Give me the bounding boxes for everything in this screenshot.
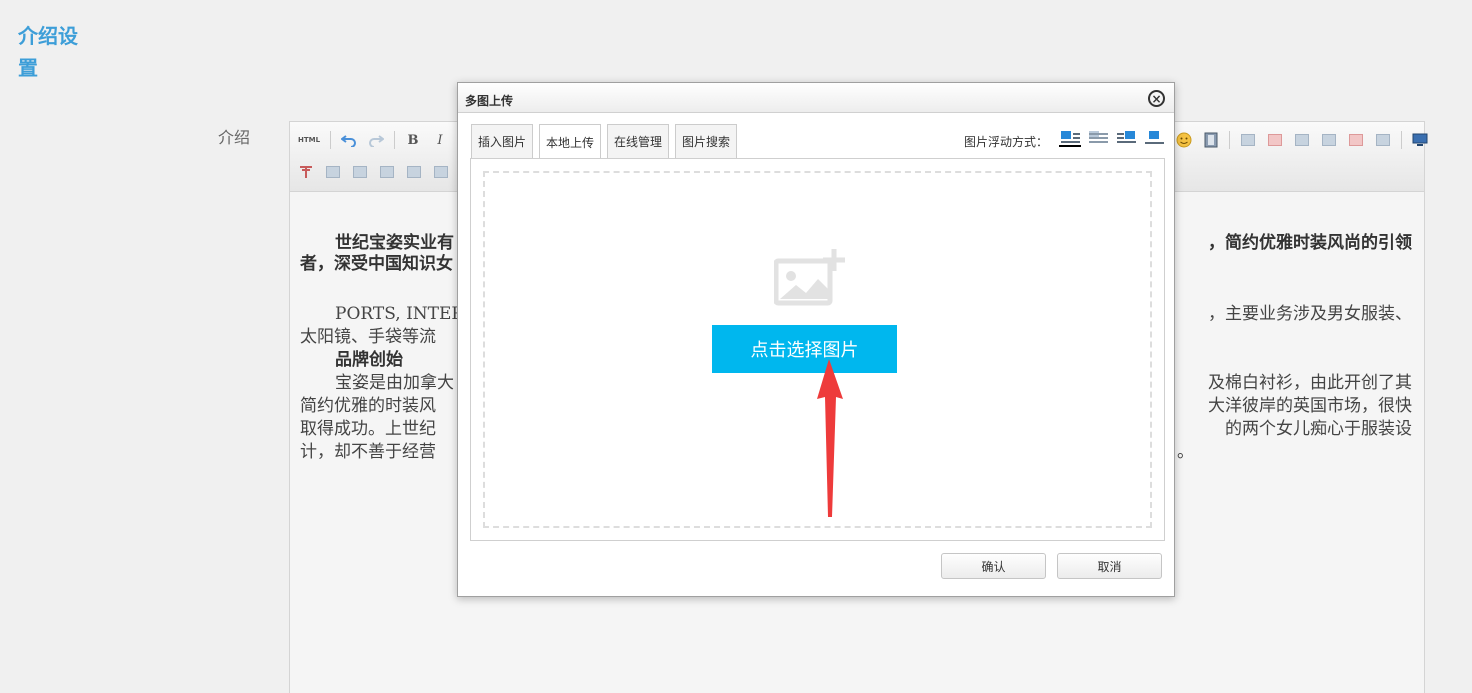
content-heading: 品牌创始 (335, 350, 403, 370)
tab-image-search[interactable]: 图片搜索 (675, 124, 738, 158)
choose-image-button[interactable]: 点击选择图片 (712, 325, 897, 373)
float-center-icon[interactable] (1143, 129, 1165, 147)
content-text: 及棉白衬衫，由此开创了其 (1208, 373, 1412, 393)
table-title-icon[interactable] (1290, 128, 1314, 152)
italic-button[interactable]: I (428, 128, 452, 152)
bold-button[interactable]: B (401, 128, 425, 152)
content-text: ，简约优雅时装风尚的引领 (1208, 233, 1412, 253)
dialog-tabs: 插入图片 本地上传 在线管理 图片搜索 (471, 124, 738, 159)
float-none-icon[interactable] (1059, 129, 1081, 147)
page-title: 介绍设置 (18, 24, 78, 80)
float-mode-label: 图片浮动方式： (963, 135, 1048, 149)
insert-table-icon[interactable] (1236, 128, 1260, 152)
table-split-icon[interactable] (294, 160, 318, 184)
content-text: 宝姿是由加拿大 (335, 373, 454, 393)
content-text: 大洋彼岸的英国市场，很快 (1208, 396, 1412, 416)
float-mode-options (1059, 129, 1165, 147)
content-text: 计，却不善于经营 (300, 442, 436, 462)
content-text: 太阳镜、手袋等流 (300, 327, 436, 347)
redo-icon[interactable] (364, 128, 388, 152)
toolbar-divider (1401, 131, 1402, 149)
annotation-arrow-icon (817, 359, 843, 517)
video-icon[interactable] (1199, 128, 1223, 152)
content-text: ，主要业务涉及男女服装、 (1208, 304, 1412, 324)
table-insert-row-icon[interactable] (321, 160, 345, 184)
preview-icon[interactable] (1408, 128, 1432, 152)
delete-table-icon[interactable] (1263, 128, 1287, 152)
confirm-button[interactable]: 确认 (941, 553, 1046, 579)
local-upload-panel: 点击选择图片 (470, 158, 1165, 541)
content-text: 简约优雅的时装风 (300, 396, 436, 416)
table-merge-icon[interactable] (402, 160, 426, 184)
tab-insert-image[interactable]: 插入图片 (471, 124, 534, 158)
intro-label: 介绍 (218, 128, 251, 147)
float-left-icon[interactable] (1087, 129, 1109, 147)
toolbar-divider (1229, 131, 1230, 149)
content-text: 世纪宝姿实业有 (335, 233, 454, 253)
content-text: 。 (1177, 442, 1194, 462)
tab-local-upload[interactable]: 本地上传 (539, 124, 602, 159)
image-add-icon (773, 249, 846, 311)
dialog-header: 多图上传 × (458, 83, 1174, 113)
float-right-icon[interactable] (1115, 129, 1137, 147)
content-text: 取得成功。上世纪 (300, 419, 436, 439)
delete-row-icon[interactable] (1344, 128, 1368, 152)
multi-image-upload-dialog: 多图上传 × 插入图片 本地上传 在线管理 图片搜索 图片浮动方式： 点击选择图… (457, 82, 1175, 597)
tab-online-manage[interactable]: 在线管理 (607, 124, 670, 158)
undo-icon[interactable] (337, 128, 361, 152)
content-text: 的两个女儿痴心于服装设 (1225, 419, 1412, 439)
toolbar-divider (330, 131, 331, 149)
html-source-button[interactable]: HTML (294, 128, 324, 152)
emoticon-icon[interactable] (1172, 128, 1196, 152)
table-split-cell-icon[interactable] (429, 160, 453, 184)
insert-row-icon[interactable] (1317, 128, 1341, 152)
cancel-button[interactable]: 取消 (1057, 553, 1162, 579)
content-text: 者，深受中国知识女 (300, 254, 453, 274)
toolbar-divider (394, 131, 395, 149)
table-insert-col-icon[interactable] (375, 160, 399, 184)
close-icon[interactable]: × (1148, 90, 1165, 107)
content-text: PORTS, INTERNA (335, 304, 470, 324)
insert-col-icon[interactable] (1371, 128, 1395, 152)
table-delete-row-icon[interactable] (348, 160, 372, 184)
dialog-title: 多图上传 (465, 94, 514, 108)
